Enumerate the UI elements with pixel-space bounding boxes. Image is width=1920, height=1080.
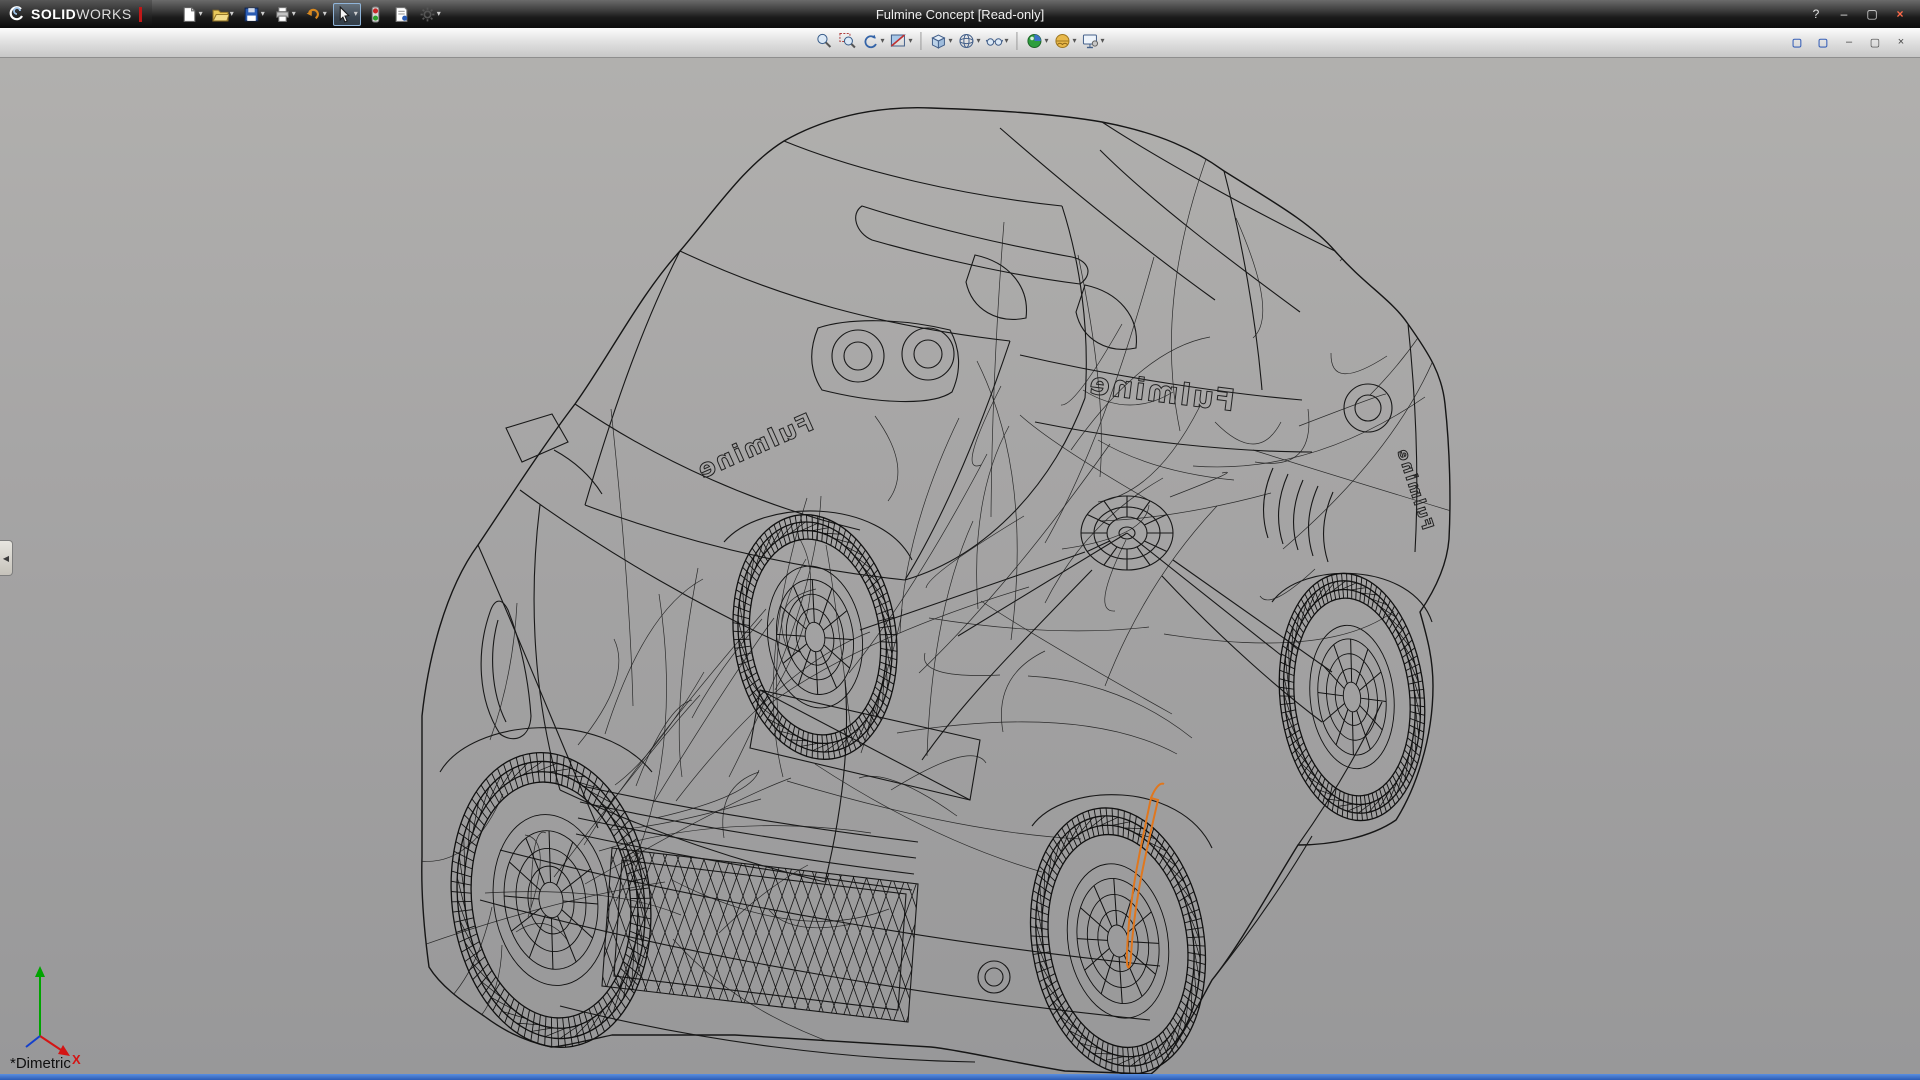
dropdown-arrow-icon[interactable]: ▾ xyxy=(908,37,912,45)
brand-solid: SOLID xyxy=(31,6,76,22)
orientation-triad: X xyxy=(26,966,81,1067)
dropdown-arrow-icon[interactable]: ▾ xyxy=(437,10,441,18)
view-cube-icon xyxy=(929,32,947,50)
menu-bar: ▾ ▾ ▾ ▾ ▾ ▾ xyxy=(0,28,1920,58)
previous-view-icon xyxy=(861,32,879,50)
svg-text:Fulmine: Fulmine xyxy=(1393,445,1437,532)
dropdown-arrow-icon[interactable]: ▾ xyxy=(199,10,203,18)
dropdown-arrow-icon[interactable]: ▾ xyxy=(880,37,884,45)
new-button[interactable]: ▾ xyxy=(178,3,206,26)
save-button[interactable]: ▾ xyxy=(240,3,268,26)
display-style-button[interactable]: ▾ xyxy=(956,30,981,52)
glasses-icon xyxy=(986,32,1004,50)
select-cursor-icon xyxy=(336,6,353,23)
solidworks-logo: SOLIDWORKS xyxy=(0,0,152,28)
panel-collapse-tab[interactable]: ◀ xyxy=(0,540,13,576)
scene-ball-icon xyxy=(1054,32,1072,50)
print-icon xyxy=(274,6,291,23)
toolbar-separator xyxy=(920,32,921,50)
window-title: Fulmine Concept [Read-only] xyxy=(876,0,1044,28)
dassault-3ds-logo-icon xyxy=(8,5,26,23)
svg-text:Fulmine: Fulmine xyxy=(691,407,818,485)
close-button[interactable]: × xyxy=(1888,5,1912,23)
options-button[interactable]: ▾ xyxy=(416,3,444,26)
section-view-icon xyxy=(889,32,907,50)
gear-icon xyxy=(419,6,436,23)
dropdown-arrow-icon[interactable]: ▾ xyxy=(1005,37,1009,45)
dropdown-arrow-icon[interactable]: ▾ xyxy=(261,10,265,18)
app-window-controls: ? – ▢ × xyxy=(1804,5,1920,23)
zoom-to-fit-button[interactable] xyxy=(814,30,834,52)
undo-button[interactable]: ▾ xyxy=(302,3,330,26)
structure-lines xyxy=(376,114,1534,1052)
doc-tile-button[interactable]: ▢ xyxy=(1786,33,1808,51)
print-button[interactable]: ▾ xyxy=(271,3,299,26)
dropdown-arrow-icon[interactable]: ▾ xyxy=(354,10,358,18)
toolbar-separator xyxy=(1017,32,1018,50)
zoom-area-icon xyxy=(838,32,856,50)
view-orientation-label: *Dimetric xyxy=(10,1055,71,1072)
save-icon xyxy=(243,6,260,23)
heads-up-view-toolbar: ▾ ▾ ▾ ▾ ▾ ▾ xyxy=(814,30,1105,52)
dropdown-arrow-icon[interactable]: ▾ xyxy=(292,10,296,18)
taskbar-edge xyxy=(0,1074,1920,1080)
view-settings-button[interactable]: ▾ xyxy=(1081,30,1106,52)
new-document-icon xyxy=(181,6,198,23)
appearance-ball-icon xyxy=(1026,32,1044,50)
minimize-button[interactable]: – xyxy=(1832,5,1856,23)
open-folder-icon xyxy=(212,6,229,23)
help-button[interactable]: ? xyxy=(1804,5,1828,23)
edit-appearance-button[interactable]: ▾ xyxy=(1025,30,1050,52)
select-button[interactable]: ▾ xyxy=(333,3,361,26)
wheel-meshes xyxy=(435,504,1437,1074)
dropdown-arrow-icon[interactable]: ▾ xyxy=(976,37,980,45)
dropdown-arrow-icon[interactable]: ▾ xyxy=(1045,37,1049,45)
dropdown-arrow-icon[interactable]: ▾ xyxy=(948,37,952,45)
title-bar: SOLIDWORKS ▾ ▾ ▾ ▾ ▾ xyxy=(0,0,1920,28)
doc-cascade-button[interactable]: ▢ xyxy=(1812,33,1834,51)
brand-text: SOLIDWORKS xyxy=(31,6,132,22)
zoom-to-area-button[interactable] xyxy=(837,30,857,52)
dropdown-arrow-icon[interactable]: ▾ xyxy=(230,10,234,18)
car-body: Fulmine Fulmine Fulmine xyxy=(376,108,1534,1074)
section-view-button[interactable]: ▾ xyxy=(888,30,913,52)
rebuild-traffic-light-icon xyxy=(367,6,384,23)
doc-restore-button[interactable]: ▢ xyxy=(1864,33,1886,51)
brand-works: WORKS xyxy=(76,6,131,22)
svg-text:Fulmine: Fulmine xyxy=(1086,366,1237,419)
wireframe-sphere-icon xyxy=(957,32,975,50)
undo-icon xyxy=(305,6,322,23)
dropdown-arrow-icon[interactable]: ▾ xyxy=(323,10,327,18)
wireframe-model: Fulmine Fulmine Fulmine X xyxy=(0,58,1920,1074)
apply-scene-button[interactable]: ▾ xyxy=(1053,30,1078,52)
doc-minimize-button[interactable]: – xyxy=(1838,33,1860,51)
view-orientation-button[interactable]: ▾ xyxy=(928,30,953,52)
rebuild-button[interactable] xyxy=(364,3,387,26)
dropdown-arrow-icon[interactable]: ▾ xyxy=(1101,37,1105,45)
quick-access-toolbar: ▾ ▾ ▾ ▾ ▾ ▾ xyxy=(178,3,444,26)
triad-x-label: X xyxy=(72,1052,81,1067)
previous-view-button[interactable]: ▾ xyxy=(860,30,885,52)
open-button[interactable]: ▾ xyxy=(209,3,237,26)
hide-show-items-button[interactable]: ▾ xyxy=(985,30,1010,52)
file-properties-icon xyxy=(393,6,410,23)
zoom-fit-icon xyxy=(815,32,833,50)
view-settings-icon xyxy=(1082,32,1100,50)
file-properties-button[interactable] xyxy=(390,3,413,26)
doc-close-button[interactable]: × xyxy=(1890,33,1912,51)
grille-mesh xyxy=(430,820,1095,1045)
graphics-viewport[interactable]: Fulmine Fulmine Fulmine X *Dimetric xyxy=(0,58,1920,1074)
dropdown-arrow-icon[interactable]: ▾ xyxy=(1073,37,1077,45)
document-window-controls: ▢ ▢ – ▢ × xyxy=(1786,33,1912,51)
restore-button[interactable]: ▢ xyxy=(1860,5,1884,23)
logo-accent xyxy=(139,7,142,22)
